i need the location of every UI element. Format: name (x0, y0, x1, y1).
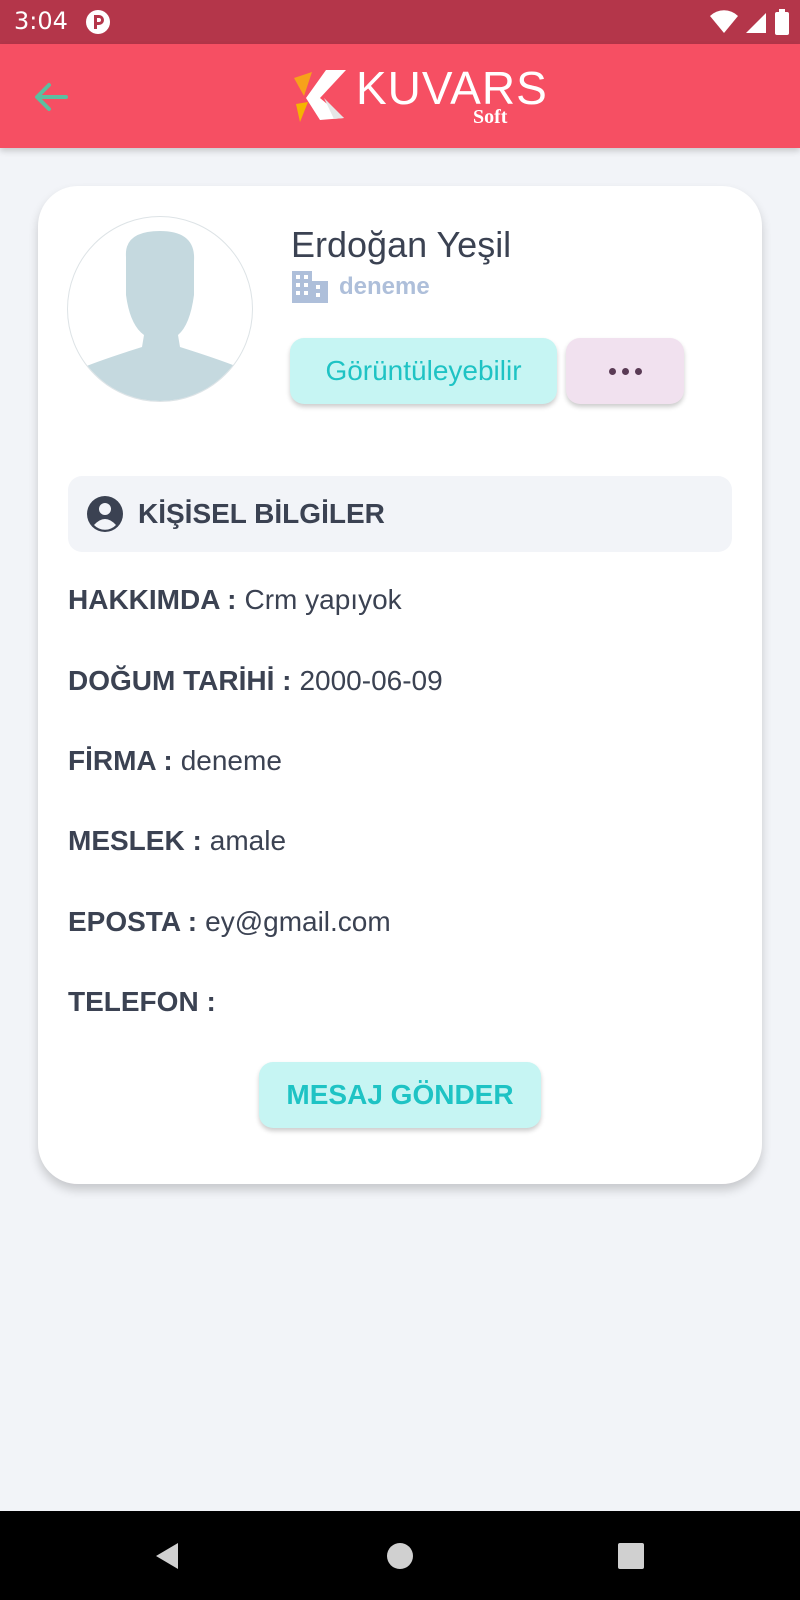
signal-icon (746, 13, 766, 33)
info-label: EPOSTA : (68, 906, 198, 937)
navigation-bar (0, 1511, 800, 1600)
info-row-birthdate: DOĞUM TARİHİ :2000-06-09 (68, 665, 443, 697)
logo-subtext: Soft (473, 106, 508, 128)
info-value: ey@gmail.com (205, 906, 391, 937)
info-label: MESLEK : (68, 825, 202, 856)
triangle-back-icon (156, 1543, 178, 1569)
battery-icon (775, 9, 789, 35)
logo-text: KUVARS (356, 62, 548, 114)
info-row-profession: MESLEK : amale (68, 825, 286, 857)
info-label: TELEFON : (68, 986, 216, 1017)
square-recents-icon (618, 1543, 644, 1569)
status-time: 3:04 (14, 7, 68, 35)
more-button[interactable] (566, 338, 684, 404)
logo-mark (294, 70, 346, 122)
info-row-email: EPOSTA : ey@gmail.com (68, 906, 391, 938)
default-avatar-icon (84, 231, 238, 401)
circle-home-icon (387, 1543, 413, 1569)
info-value: Crm yapıyok (244, 584, 402, 615)
company-name: deneme (339, 273, 430, 300)
app-notification-icon (86, 10, 110, 34)
avatar (67, 216, 253, 402)
wifi-icon (710, 10, 738, 34)
app-bar: KUVARS Soft (0, 44, 800, 148)
info-row-company: FİRMA : deneme (68, 745, 282, 777)
info-label: DOĞUM TARİHİ : (68, 665, 292, 696)
info-value: amale (209, 825, 287, 856)
profile-card: Erdoğan Yeşil deneme Görüntüleyebilir Kİ… (38, 186, 762, 1184)
nav-back-button[interactable] (144, 1533, 190, 1579)
section-title: KİŞİSEL BİLGİLER (138, 498, 385, 529)
visibility-button[interactable]: Görüntüleyebilir (290, 338, 557, 404)
account-circle-icon (87, 496, 123, 532)
info-row-about: HAKKIMDA : Crm yapıyok (68, 584, 402, 616)
info-label: FİRMA : (68, 745, 173, 776)
info-value: 2000-06-09 (299, 665, 443, 696)
profile-company: deneme (291, 270, 430, 304)
status-icons (710, 8, 790, 36)
info-label: HAKKIMDA : (68, 584, 237, 615)
building-icon (292, 271, 328, 303)
personal-info-header: KİŞİSEL BİLGİLER (68, 476, 732, 552)
info-value: deneme (180, 745, 282, 776)
back-button[interactable] (28, 74, 74, 120)
arrow-left-icon (35, 83, 68, 111)
nav-recents-button[interactable] (608, 1533, 654, 1579)
status-bar: 3:04 (0, 0, 800, 44)
info-row-phone: TELEFON : (68, 986, 224, 1018)
kuvars-logo: KUVARS Soft (290, 62, 547, 132)
nav-home-button[interactable] (377, 1533, 423, 1579)
profile-name: Erdoğan Yeşil (291, 224, 512, 265)
more-horizontal-icon (608, 367, 616, 375)
send-message-button[interactable]: MESAJ GÖNDER (259, 1062, 541, 1128)
